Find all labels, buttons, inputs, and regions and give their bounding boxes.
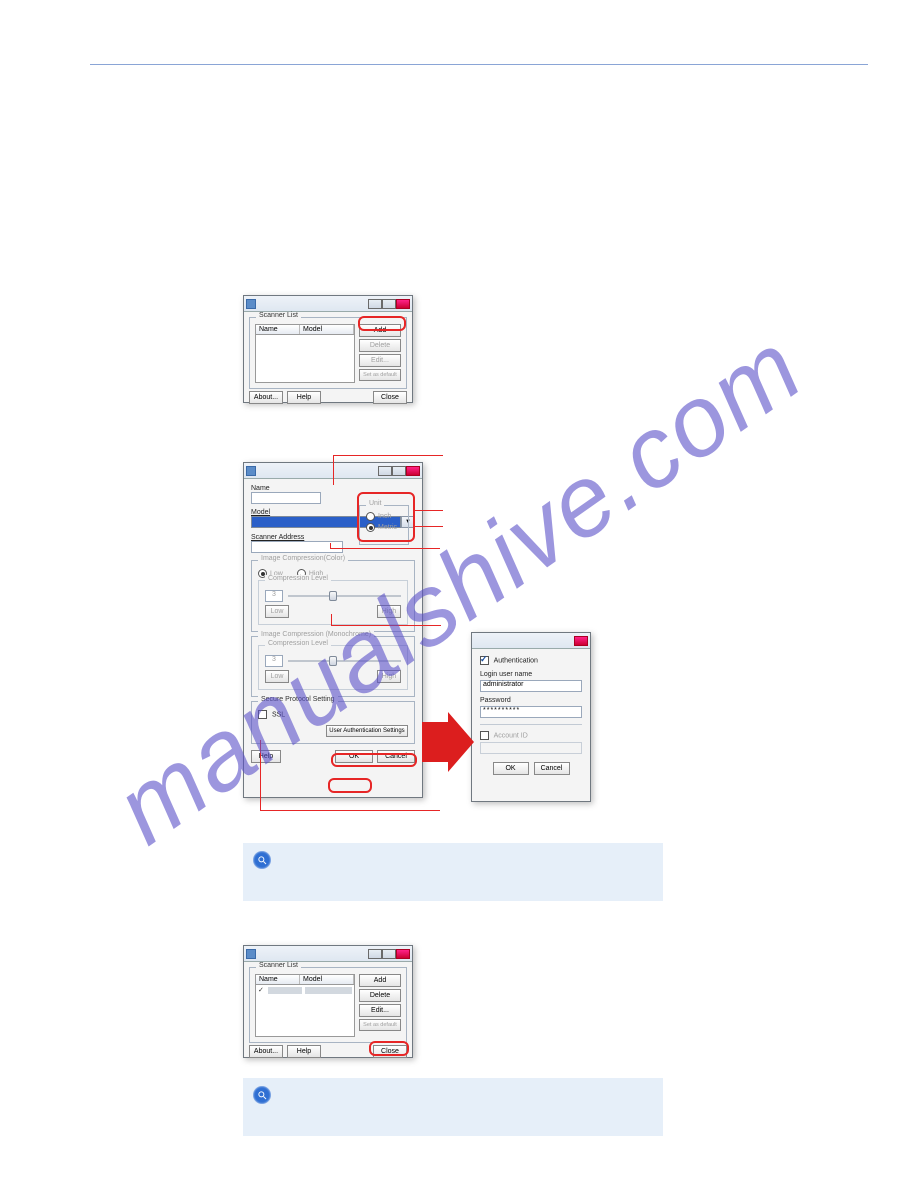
set-default-button: Set as default (359, 369, 401, 381)
delete-button: Delete (359, 339, 401, 352)
titlebar (244, 296, 412, 312)
account-id-checkbox (480, 731, 489, 740)
account-id-input (480, 742, 582, 754)
comp-level-label: Compression Level (265, 575, 331, 582)
col-model: Model (300, 975, 354, 984)
scanner-list-group-label: Scanner List (256, 312, 301, 319)
authentication-checkbox[interactable] (480, 656, 489, 665)
delete-button[interactable]: Delete (359, 989, 401, 1002)
help-button[interactable]: Help (251, 750, 281, 763)
password-input[interactable]: ********** (480, 706, 582, 718)
maximize-button[interactable] (382, 949, 396, 959)
unit-group-label: Unit (366, 500, 384, 507)
note-icon (253, 1086, 271, 1104)
note-icon (253, 851, 271, 869)
edit-button: Edit... (359, 354, 401, 367)
ok-button[interactable]: OK (335, 750, 373, 763)
add-button[interactable]: Add (359, 324, 401, 337)
ssl-checkbox[interactable] (258, 710, 267, 719)
comp-level-value-2: 3 (265, 655, 283, 667)
ssl-label: SSL (272, 711, 285, 718)
minimize-button[interactable] (378, 466, 392, 476)
table-row[interactable]: ✓ (256, 985, 354, 995)
about-button[interactable]: About... (249, 391, 283, 404)
name-label: Name (251, 485, 415, 492)
metric-radio[interactable] (366, 523, 375, 532)
app-icon (246, 949, 256, 959)
edit-button[interactable]: Edit... (359, 1004, 401, 1017)
minimize-button[interactable] (368, 949, 382, 959)
comp-level-value: 3 (265, 590, 283, 602)
help-button[interactable]: Help (287, 1045, 321, 1058)
low-btn-2: Low (265, 670, 289, 683)
minimize-button[interactable] (368, 299, 382, 309)
close-window-button[interactable] (396, 949, 410, 959)
list-header: Name Model (255, 324, 355, 335)
scanner-list-group-label-2: Scanner List (256, 962, 301, 969)
page-top-rule (90, 64, 868, 65)
maximize-button[interactable] (382, 299, 396, 309)
close-window-button[interactable] (574, 636, 588, 646)
help-button[interactable]: Help (287, 391, 321, 404)
scanner-list-dialog-2: Scanner List Name Model ✓ Add Delete (243, 945, 413, 1058)
titlebar (244, 463, 422, 479)
close-window-button[interactable] (406, 466, 420, 476)
app-icon (246, 466, 256, 476)
check-icon: ✓ (258, 986, 268, 994)
high-btn-2: High (377, 670, 401, 683)
secure-protocol-label: Secure Protocol Setting (258, 696, 338, 703)
authentication-dialog: Authentication Login user name administr… (471, 632, 591, 802)
inch-label: Inch (378, 513, 391, 520)
account-id-label: Account ID (494, 732, 528, 739)
add-button[interactable]: Add (359, 974, 401, 987)
comp-slider (288, 595, 401, 597)
set-default-button: Set as default (359, 1019, 401, 1031)
scanner-address-input[interactable] (251, 541, 343, 553)
titlebar (472, 633, 590, 649)
row-model-blur (305, 987, 352, 994)
name-input[interactable] (251, 492, 321, 504)
img-comp-color-label: Image Compression(Color) (258, 555, 348, 562)
note-box-1 (243, 843, 663, 901)
close-window-button[interactable] (396, 299, 410, 309)
col-model: Model (300, 325, 354, 334)
list-body[interactable]: ✓ (255, 985, 355, 1037)
titlebar (244, 946, 412, 962)
scanner-list-dialog-1: Scanner List Name Model Add Delete Edit.… (243, 295, 413, 403)
high-btn: High (377, 605, 401, 618)
login-label: Login user name (480, 671, 582, 678)
col-name: Name (256, 975, 300, 984)
about-button[interactable]: About... (249, 1045, 283, 1058)
user-auth-settings-button[interactable]: User Authentication Settings (326, 725, 408, 737)
close-button[interactable]: Close (373, 1045, 407, 1058)
inch-radio[interactable] (366, 512, 375, 521)
authentication-label: Authentication (494, 657, 538, 664)
comp-level-label-2: Compression Level (265, 640, 331, 647)
list-body[interactable] (255, 335, 355, 383)
app-icon (246, 299, 256, 309)
watermark-text: manualshive.com (95, 309, 823, 867)
low-btn: Low (265, 605, 289, 618)
auth-cancel-button[interactable]: Cancel (534, 762, 570, 775)
list-header: Name Model (255, 974, 355, 985)
maximize-button[interactable] (392, 466, 406, 476)
img-comp-mono-label: Image Compression (Monochrome) (258, 631, 374, 638)
note-box-2 (243, 1078, 663, 1136)
auth-ok-button[interactable]: OK (493, 762, 529, 775)
add-scanner-dialog: Name Model ▼ Scanner Address Unit Inch M… (243, 462, 423, 798)
cancel-button[interactable]: Cancel (377, 750, 415, 763)
red-arrow-icon (422, 712, 474, 772)
row-name-blur (268, 987, 302, 994)
password-label: Password (480, 697, 582, 704)
comp-slider-2 (288, 660, 401, 662)
close-button[interactable]: Close (373, 391, 407, 404)
col-name: Name (256, 325, 300, 334)
login-input[interactable]: administrator (480, 680, 582, 692)
metric-label: Metric (378, 524, 397, 531)
